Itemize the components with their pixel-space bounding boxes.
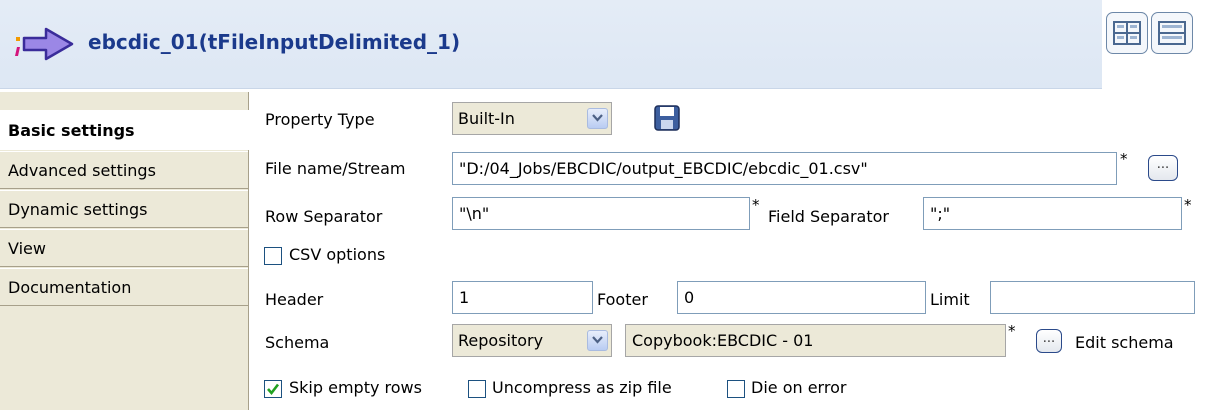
- schema-type-value: Repository: [458, 331, 544, 350]
- required-marker: *: [1120, 150, 1128, 168]
- skip-empty-rows-checkbox[interactable]: [264, 380, 282, 398]
- header-input[interactable]: 1: [452, 281, 593, 314]
- csv-options-checkbox[interactable]: [264, 247, 282, 265]
- schema-label: Schema: [265, 333, 330, 352]
- checkmark-icon: [267, 383, 280, 396]
- settings-sidebar: Basic settings Advanced settings Dynamic…: [0, 92, 249, 410]
- component-header: ebcdic_01(tFileInputDelimited_1): [0, 0, 1211, 89]
- header-label: Header: [265, 290, 324, 309]
- schema-repository-field: Copybook:EBCDIC - 01: [625, 324, 1006, 357]
- chevron-down-icon[interactable]: [587, 108, 608, 129]
- property-type-select[interactable]: Built-In: [452, 102, 612, 135]
- required-marker: *: [1184, 196, 1192, 214]
- floppy-disk-icon[interactable]: [654, 105, 680, 131]
- file-name-input[interactable]: "D:/04_Jobs/EBCDIC/output_EBCDIC/ebcdic_…: [452, 152, 1117, 185]
- rows-layout-icon: [1158, 21, 1186, 45]
- file-name-label: File name/Stream: [265, 159, 406, 178]
- tab-view[interactable]: View: [0, 229, 248, 267]
- footer-input[interactable]: 0: [677, 281, 926, 314]
- file-browse-button[interactable]: ...: [1148, 155, 1178, 181]
- file-input-delimited-icon: [15, 27, 74, 61]
- edit-schema-label[interactable]: Edit schema: [1075, 333, 1174, 352]
- tab-dynamic-settings[interactable]: Dynamic settings: [0, 190, 248, 228]
- limit-input[interactable]: [990, 281, 1195, 314]
- tab-advanced-settings[interactable]: Advanced settings: [0, 151, 248, 189]
- schema-browse-label: ...: [1042, 331, 1056, 346]
- property-type-value: Built-In: [458, 109, 515, 128]
- field-separator-input[interactable]: ";": [923, 197, 1182, 230]
- csv-options-label: CSV options: [289, 245, 386, 264]
- uncompress-zip-checkbox[interactable]: [468, 380, 486, 398]
- die-on-error-checkbox[interactable]: [727, 380, 745, 398]
- tab-basic-settings[interactable]: Basic settings: [0, 110, 249, 150]
- tab-documentation[interactable]: Documentation: [0, 268, 248, 306]
- limit-label: Limit: [930, 290, 970, 309]
- required-marker: *: [752, 196, 760, 214]
- file-browse-label: ...: [1156, 157, 1170, 172]
- field-separator-label: Field Separator: [768, 207, 889, 226]
- property-type-label: Property Type: [265, 110, 375, 129]
- schema-type-select[interactable]: Repository: [452, 324, 612, 357]
- chevron-down-icon[interactable]: [587, 330, 608, 351]
- rows-layout-button[interactable]: [1151, 12, 1193, 54]
- skip-empty-rows-label: Skip empty rows: [289, 378, 422, 397]
- row-separator-input[interactable]: "\n": [452, 197, 750, 230]
- grid-layout-button[interactable]: [1106, 12, 1148, 54]
- schema-browse-button[interactable]: ...: [1036, 329, 1062, 353]
- footer-label: Footer: [597, 290, 648, 309]
- die-on-error-label: Die on error: [751, 378, 847, 397]
- required-marker: *: [1008, 322, 1016, 340]
- grid-layout-icon: [1113, 21, 1141, 45]
- component-title: ebcdic_01(tFileInputDelimited_1): [88, 30, 461, 54]
- uncompress-zip-label: Uncompress as zip file: [492, 378, 672, 397]
- row-separator-label: Row Separator: [265, 207, 383, 226]
